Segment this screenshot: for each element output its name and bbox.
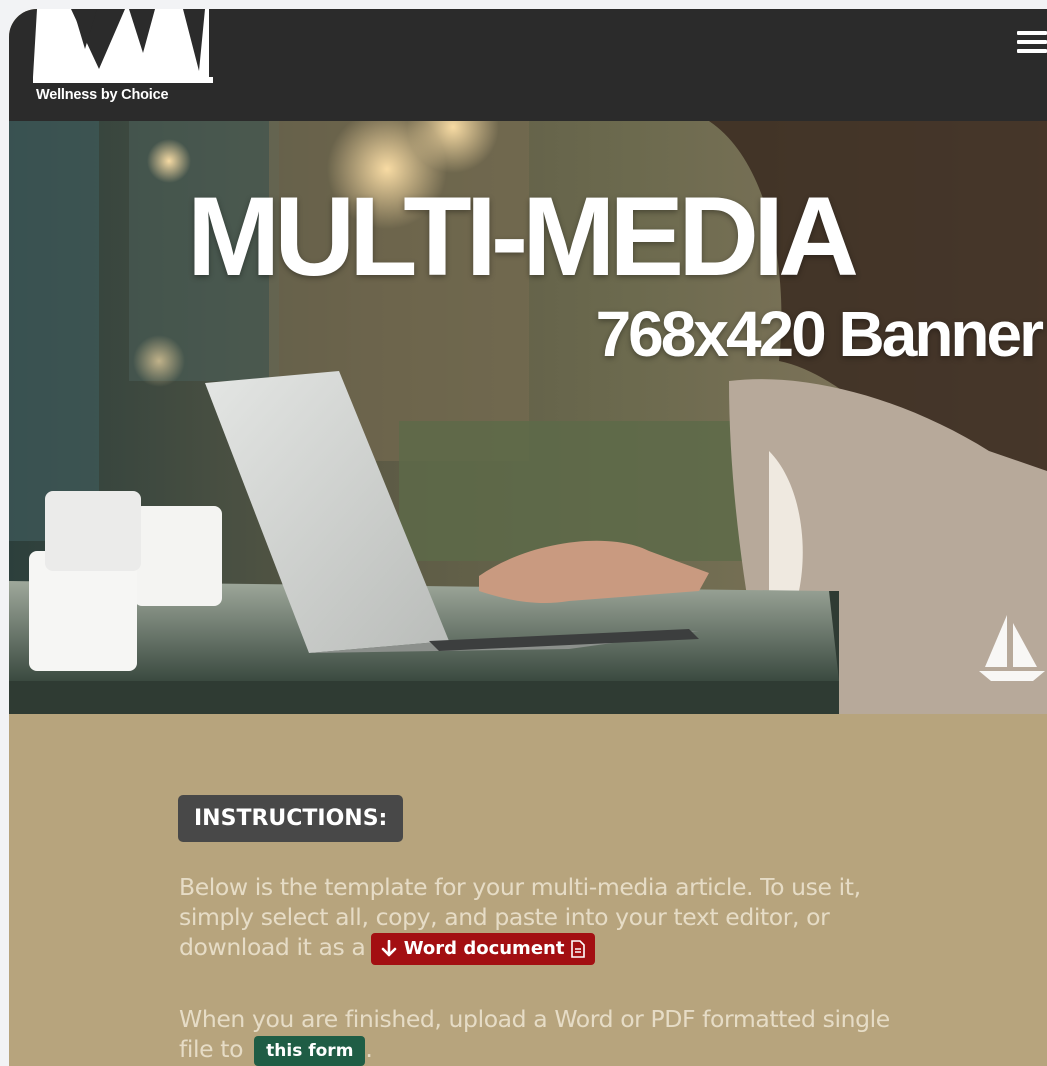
- site-header: Wellness by Choice: [9, 9, 1047, 121]
- instructions-heading: INSTRUCTIONS:: [178, 795, 404, 842]
- site-logo[interactable]: Wellness by Choice: [33, 9, 213, 113]
- hero-banner: MULTI-MEDIA 768x420 Banner: [9, 121, 1047, 714]
- file-icon: [570, 939, 585, 958]
- instructions-section: INSTRUCTIONS: Below is the template for …: [9, 714, 1047, 1066]
- this-form-button[interactable]: this form: [254, 1035, 366, 1066]
- logo-mark-icon: [33, 9, 213, 83]
- logo-text: Wellness by Choice: [36, 87, 169, 103]
- word-document-button[interactable]: Word document: [371, 932, 595, 965]
- instructions-paragraph-2: When you are finished, upload a Word or …: [179, 1004, 899, 1066]
- sailboat-icon: [979, 615, 1045, 681]
- word-document-label: Word document: [403, 937, 565, 959]
- banner-title: MULTI-MEDIA: [187, 174, 859, 299]
- arrow-down-icon: [382, 939, 397, 956]
- instructions-paragraph-1: Below is the template for your multi-med…: [179, 872, 899, 965]
- hamburger-menu-icon[interactable]: [1017, 31, 1047, 61]
- banner-subtitle: 768x420 Banner: [595, 298, 1044, 370]
- paragraph-2-suffix: .: [365, 1035, 373, 1063]
- page-frame: Wellness by Choice MULTI-MEDIA 768x420 B…: [9, 9, 1047, 1066]
